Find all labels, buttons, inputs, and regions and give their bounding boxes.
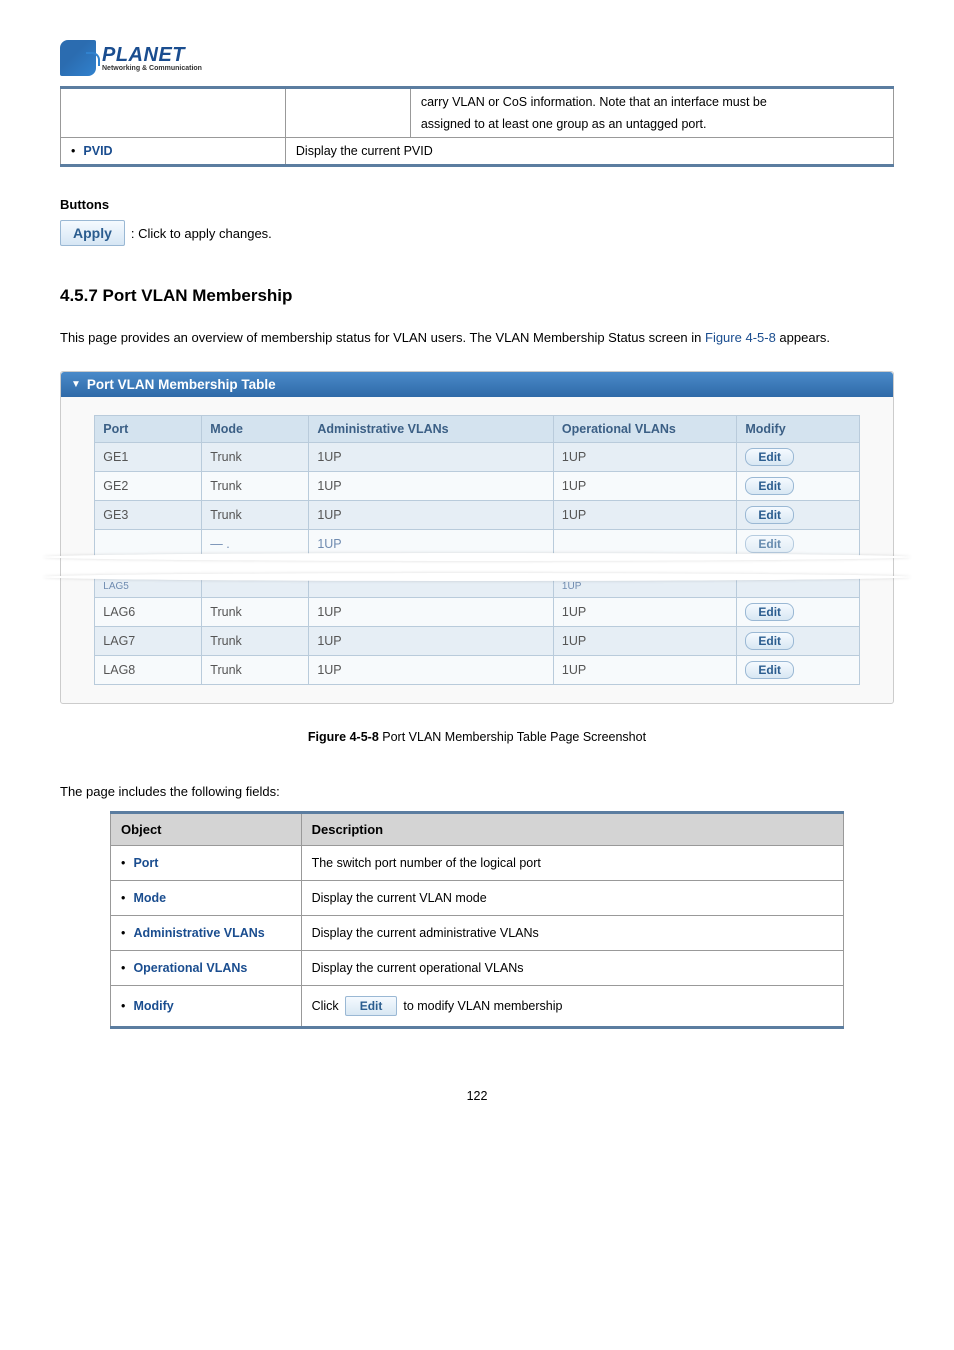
fields-row: •ModeDisplay the current VLAN mode (111, 880, 844, 915)
page-number: 122 (60, 1089, 894, 1103)
cell-port: GE1 (95, 442, 202, 471)
apply-button[interactable]: Apply (60, 220, 125, 246)
col-modify: Modify (737, 415, 859, 442)
edit-button[interactable]: Edit (745, 506, 794, 524)
cell-port: LAG8 (95, 655, 202, 684)
cell-port: GE2 (95, 471, 202, 500)
table-row: GE1Trunk1UP1UPEdit (95, 442, 859, 471)
edit-button-inline[interactable]: Edit (345, 996, 398, 1016)
panel-header[interactable]: ▼ Port VLAN Membership Table (61, 372, 893, 397)
table-row: LAG6Trunk1UP1UPEdit (95, 597, 859, 626)
logo-word: PLANET (102, 45, 202, 65)
cell-admin: 1UP (309, 442, 554, 471)
logo: PLANET Networking & Communication (60, 40, 894, 76)
pvid-label: PVID (83, 144, 112, 158)
section-heading: 4.5.7 Port VLAN Membership (60, 286, 894, 306)
cell-admin: 1UP (309, 471, 554, 500)
logo-tagline: Networking & Communication (102, 65, 202, 72)
apply-desc: : Click to apply changes. (131, 226, 272, 241)
cell-port: LAG7 (95, 626, 202, 655)
cell-oper: 1UP (553, 597, 736, 626)
fields-col-desc: Description (301, 812, 843, 845)
edit-button[interactable]: Edit (745, 632, 794, 650)
field-desc: Display the current VLAN mode (301, 880, 843, 915)
field-label: Operational VLANs (133, 961, 247, 975)
pvid-desc: Display the current PVID (285, 138, 893, 166)
field-label: Administrative VLANs (133, 926, 264, 940)
cell-admin: 1UP (309, 500, 554, 529)
edit-button[interactable]: Edit (745, 603, 794, 621)
fields-row: •Administrative VLANsDisplay the current… (111, 915, 844, 950)
edit-button[interactable]: Edit (745, 448, 794, 466)
logo-icon (60, 40, 96, 76)
edit-button[interactable]: Edit (745, 661, 794, 679)
col-oper: Operational VLANs (553, 415, 736, 442)
figure-ref: Figure 4-5-8 (705, 330, 776, 345)
cell-mode: Trunk (202, 471, 309, 500)
cell-mode: Trunk (202, 442, 309, 471)
fields-row: •Operational VLANsDisplay the current op… (111, 950, 844, 985)
cell-mode: Trunk (202, 597, 309, 626)
fields-table: Object Description •PortThe switch port … (110, 811, 844, 1029)
field-desc: The switch port number of the logical po… (301, 845, 843, 880)
edit-button[interactable]: Edit (745, 477, 794, 495)
vlan-table-bottom: LAG5 1UP LAG6Trunk1UP1UPEditLAG7Trunk1UP… (94, 576, 859, 685)
edit-button-fragment[interactable]: Edit (745, 535, 794, 553)
top-desc-table: carry VLAN or CoS information. Note that… (60, 86, 894, 167)
col-port: Port (95, 415, 202, 442)
desc-line1: carry VLAN or CoS information. Note that… (421, 95, 883, 109)
table-row: GE2Trunk1UP1UPEdit (95, 471, 859, 500)
buttons-heading: Buttons (60, 197, 894, 212)
fields-row: •PortThe switch port number of the logic… (111, 845, 844, 880)
membership-panel: ▼ Port VLAN Membership Table Port Mode A… (60, 371, 894, 704)
cell-oper: 1UP (553, 655, 736, 684)
cell-port: LAG6 (95, 597, 202, 626)
desc-line2: assigned to at least one group as an unt… (421, 117, 883, 131)
fields-row-modify: •Modify Click Edit to modify VLAN member… (111, 985, 844, 1027)
vlan-table-top: Port Mode Administrative VLANs Operation… (94, 415, 859, 558)
panel-title: Port VLAN Membership Table (87, 377, 276, 392)
cell-oper: 1UP (553, 442, 736, 471)
modify-post: to modify VLAN membership (403, 999, 562, 1013)
table-row: LAG7Trunk1UP1UPEdit (95, 626, 859, 655)
torn-gap (61, 556, 893, 578)
cell-port: GE3 (95, 500, 202, 529)
section-paragraph: This page provides an overview of member… (60, 324, 894, 353)
table-row: LAG8Trunk1UP1UPEdit (95, 655, 859, 684)
cell-oper: 1UP (553, 471, 736, 500)
cell-mode: Trunk (202, 626, 309, 655)
field-desc: Display the current administrative VLANs (301, 915, 843, 950)
field-label: Mode (133, 891, 166, 905)
cell-mode: Trunk (202, 500, 309, 529)
modify-label: Modify (133, 999, 173, 1013)
col-mode: Mode (202, 415, 309, 442)
col-admin: Administrative VLANs (309, 415, 554, 442)
cell-admin: 1UP (309, 626, 554, 655)
table-row: GE3Trunk1UP1UPEdit (95, 500, 859, 529)
figure-caption: Figure 4-5-8 Port VLAN Membership Table … (60, 730, 894, 744)
modify-pre: Click (312, 999, 339, 1013)
field-desc: Display the current operational VLANs (301, 950, 843, 985)
cell-mode: Trunk (202, 655, 309, 684)
field-label: Port (133, 856, 158, 870)
cell-admin: 1UP (309, 655, 554, 684)
chevron-down-icon: ▼ (71, 379, 81, 390)
cell-admin: 1UP (309, 597, 554, 626)
fields-intro: The page includes the following fields: (60, 784, 894, 799)
cell-oper: 1UP (553, 500, 736, 529)
cell-oper: 1UP (553, 626, 736, 655)
fields-col-object: Object (111, 812, 302, 845)
